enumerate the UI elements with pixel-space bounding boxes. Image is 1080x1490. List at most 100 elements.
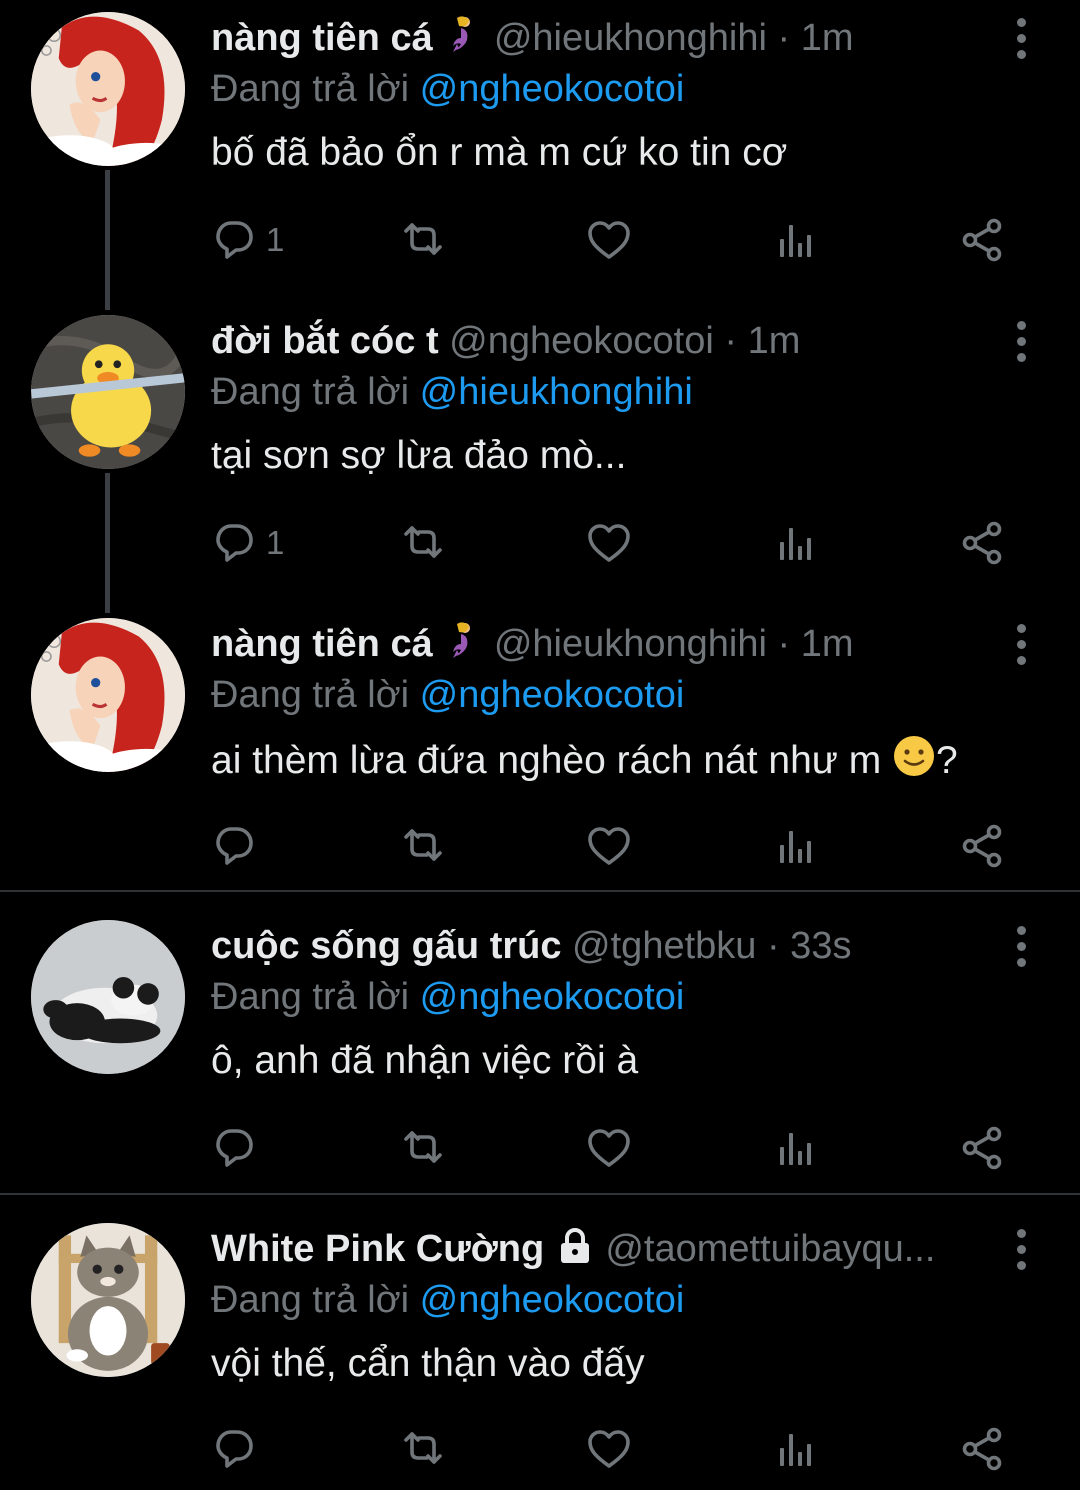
retweet-icon (404, 223, 442, 255)
retweet-button[interactable] (398, 513, 448, 573)
handle[interactable]: @hieukhonghihi (494, 17, 767, 59)
share-button[interactable] (960, 1419, 1006, 1479)
mention-link[interactable]: @ngheokocotoi (420, 976, 685, 1018)
tweet-text: bố đã bảo ổn r mà m cứ ko tin cơ (211, 131, 788, 174)
share-button[interactable] (960, 210, 1006, 270)
display-name[interactable]: nàng tiên cá (211, 623, 433, 665)
display-name[interactable]: nàng tiên cá (211, 17, 433, 59)
reply-prefix: Đang trả lời (211, 371, 410, 413)
cat-avatar-icon (31, 1223, 185, 1377)
tweet-text: vội thế, cẩn thận vào đấy (211, 1342, 645, 1385)
mention-link[interactable]: @ngheokocotoi (420, 68, 685, 110)
tweet-header: nàng tiên cá @hieukhonghihi · 1m (211, 14, 980, 66)
timestamp[interactable]: · 33s (767, 925, 851, 967)
tweet-header: White Pink Cường @taomettuibayqu... (211, 1225, 980, 1277)
mermaid-emoji-icon (443, 14, 483, 66)
mermaid-emoji-icon (443, 620, 483, 672)
tweet[interactable]: cuộc sống gấu trúc @tghetbku · 33s Đang … (0, 908, 1080, 1192)
heart-icon (588, 524, 630, 562)
tweet-text-container: ai thèm lừa đứa nghèo rách nát như m ? (211, 734, 958, 791)
avatar[interactable] (31, 315, 185, 469)
retweet-icon (404, 1131, 442, 1163)
retweet-button[interactable] (398, 1118, 448, 1178)
share-button[interactable] (960, 816, 1006, 876)
retweet-button[interactable] (398, 210, 448, 270)
share-button[interactable] (960, 513, 1006, 573)
handle[interactable]: @hieukhonghihi (494, 623, 767, 665)
retweet-icon (404, 829, 442, 861)
reply-context: Đang trả lời @ngheokocotoi (211, 670, 684, 720)
more-options-icon[interactable] (1014, 624, 1028, 668)
more-options-icon[interactable] (1014, 18, 1028, 62)
timestamp[interactable]: · 1m (778, 17, 854, 59)
mention-link[interactable]: @hieukhonghihi (420, 371, 693, 413)
avatar[interactable] (31, 12, 185, 166)
reply-prefix: Đang trả lời (211, 674, 410, 716)
reply-button[interactable]: 1 (212, 513, 284, 573)
handle[interactable]: @taomettuibayqu... (605, 1228, 935, 1270)
avatar[interactable] (31, 1223, 185, 1377)
retweet-icon (404, 1432, 442, 1464)
panda-avatar-icon (31, 920, 185, 1074)
reply-context: Đang trả lời @ngheokocotoi (211, 972, 684, 1022)
share-icon (962, 1126, 1002, 1170)
handle[interactable]: @ngheokocotoi (449, 320, 714, 362)
reply-context: Đang trả lời @ngheokocotoi (211, 1275, 684, 1325)
tweet-text: ai thèm lừa đứa nghèo rách nát như m (211, 738, 882, 782)
reply-count: 1 (266, 524, 285, 561)
views-button[interactable] (775, 1419, 817, 1479)
tweet-text: ô, anh đã nhận việc rồi à (211, 1039, 639, 1082)
more-options-icon[interactable] (1014, 321, 1028, 365)
views-button[interactable] (775, 816, 817, 876)
avatar[interactable] (31, 618, 185, 772)
like-button[interactable] (585, 210, 633, 270)
display-name[interactable]: cuộc sống gấu trúc (211, 925, 561, 967)
like-button[interactable] (585, 513, 633, 573)
tweet[interactable]: nàng tiên cá @hieukhonghihi · 1m Đang tr… (0, 0, 1080, 300)
tweet[interactable]: đời bắt cóc t @ngheokocotoi · 1m Đang tr… (0, 303, 1080, 603)
action-bar: 1 (0, 210, 1080, 270)
reply-button[interactable] (212, 1419, 258, 1479)
views-icon (780, 528, 811, 560)
timestamp[interactable]: · 1m (778, 623, 854, 665)
more-options-icon[interactable] (1014, 926, 1028, 970)
tweet-header: đời bắt cóc t @ngheokocotoi · 1m (211, 317, 980, 365)
tweet-text-suffix: ? (936, 738, 958, 782)
views-button[interactable] (775, 210, 817, 270)
reply-button[interactable]: 1 (212, 210, 284, 270)
views-button[interactable] (775, 513, 817, 573)
avatar[interactable] (31, 920, 185, 1074)
views-icon (780, 1434, 811, 1466)
display-name[interactable]: đời bắt cóc t (211, 320, 439, 362)
reply-context: Đang trả lời @hieukhonghihi (211, 367, 693, 417)
reply-prefix: Đang trả lời (211, 1279, 410, 1321)
display-name[interactable]: White Pink Cường (211, 1228, 544, 1270)
views-button[interactable] (775, 1118, 817, 1178)
mention-link[interactable]: @ngheokocotoi (420, 674, 685, 716)
handle[interactable]: @tghetbku (572, 925, 756, 967)
share-icon (962, 824, 1002, 868)
reply-icon (216, 524, 253, 562)
heart-icon (588, 827, 630, 865)
tweet[interactable]: White Pink Cường @taomettuibayqu... Đang… (0, 1211, 1080, 1490)
retweet-button[interactable] (398, 1419, 448, 1479)
action-bar: 1 (0, 513, 1080, 573)
mermaid-avatar-icon (31, 618, 185, 772)
tweet[interactable]: nàng tiên cá @hieukhonghihi · 1m Đang tr… (0, 606, 1080, 890)
action-bar (0, 1118, 1080, 1178)
more-options-icon[interactable] (1014, 1229, 1028, 1273)
reply-icon (216, 1430, 253, 1468)
tweet-header: nàng tiên cá @hieukhonghihi · 1m (211, 620, 980, 672)
like-button[interactable] (585, 1118, 633, 1178)
duck-avatar-icon (31, 315, 185, 469)
mention-link[interactable]: @ngheokocotoi (420, 1279, 685, 1321)
share-icon (962, 1427, 1002, 1471)
reply-button[interactable] (212, 816, 258, 876)
divider (0, 890, 1080, 892)
reply-button[interactable] (212, 1118, 258, 1178)
like-button[interactable] (585, 1419, 633, 1479)
timestamp[interactable]: · 1m (724, 320, 800, 362)
share-button[interactable] (960, 1118, 1006, 1178)
retweet-button[interactable] (398, 816, 448, 876)
like-button[interactable] (585, 816, 633, 876)
